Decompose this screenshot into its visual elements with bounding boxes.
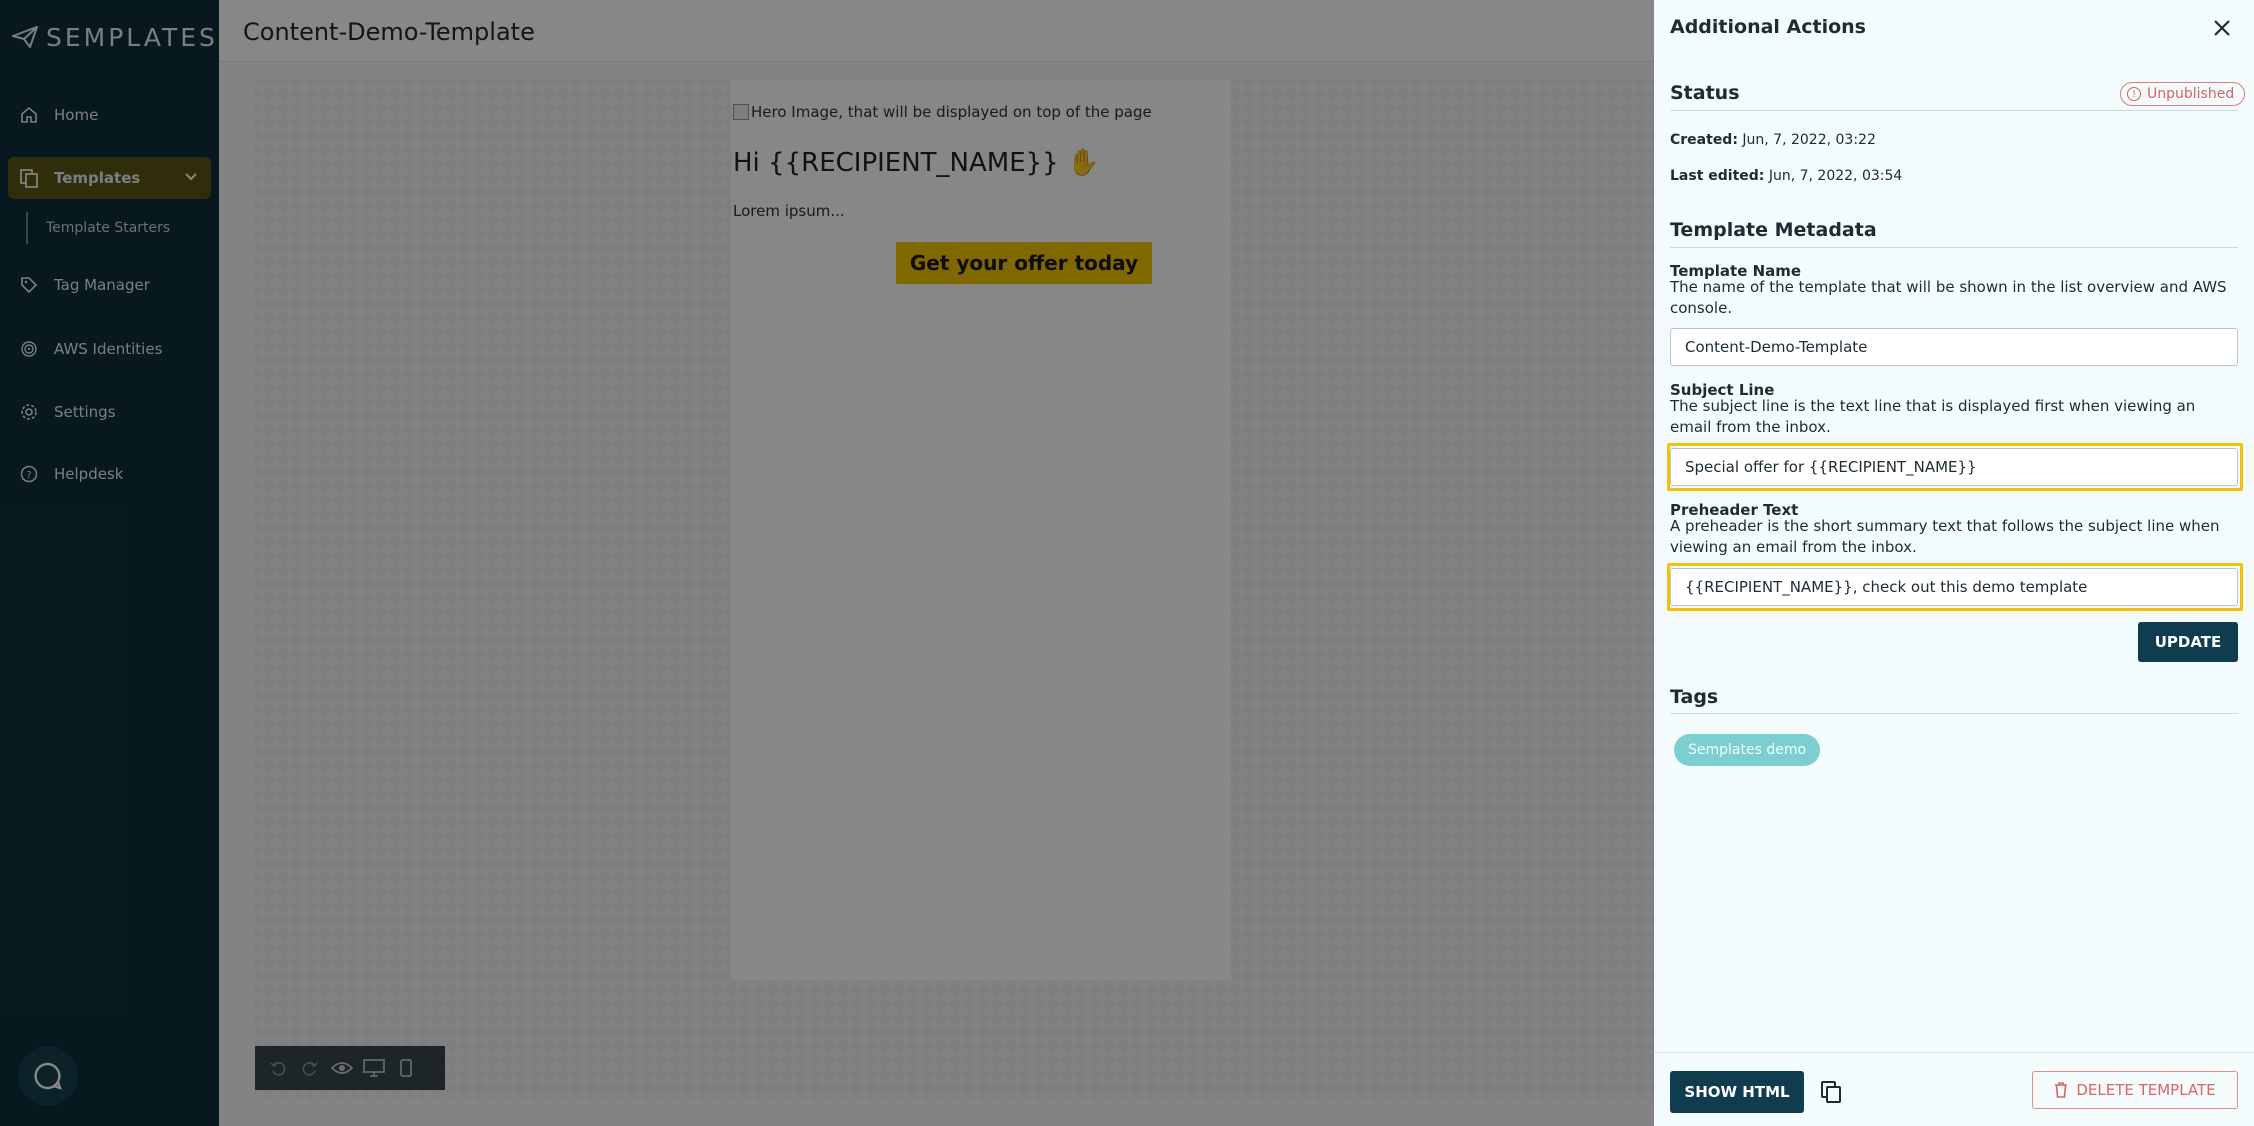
divider [1670,247,2238,248]
preheader-help: A preheader is the short summary text th… [1670,517,2220,556]
tags-heading: Tags [1670,686,1719,708]
trash-icon [2055,1082,2068,1098]
status-heading: Status [1670,82,1740,104]
divider [1670,713,2238,714]
update-button[interactable]: UPDATE [2138,622,2238,662]
additional-actions-drawer: Additional Actions Status ! Unpublished … [1654,0,2254,1126]
template-name-help: The name of the template that will be sh… [1670,278,2227,317]
template-name-input[interactable] [1670,328,2238,366]
tag-chip[interactable]: Semplates demo [1674,734,1821,766]
edited-label: Last edited: [1670,168,1765,184]
show-html-button[interactable]: SHOW HTML [1670,1071,1804,1113]
modal-overlay[interactable] [0,0,1654,1126]
created-value: Jun, 7, 2022, 03:22 [1742,132,1876,148]
close-icon [2214,20,2230,36]
status-badge: ! Unpublished [2120,82,2246,106]
status-badge-label: Unpublished [2147,86,2235,102]
preheader-input[interactable] [1670,568,2238,606]
created-date: Created: Jun, 7, 2022, 03:22 [1670,132,1876,148]
drawer-title: Additional Actions [1670,16,1866,38]
edited-value: Jun, 7, 2022, 03:54 [1768,168,1903,184]
info-icon: ! [2127,87,2141,101]
delete-template-button[interactable]: DELETE TEMPLATE [2032,1071,2238,1109]
drawer-footer: SHOW HTML DELETE TEMPLATE [1654,1052,2254,1126]
subject-line-help: The subject line is the text line that i… [1670,397,2196,436]
delete-template-label: DELETE TEMPLATE [2076,1081,2216,1099]
created-label: Created: [1670,132,1738,148]
copy-icon[interactable] [1816,1077,1846,1107]
template-metadata-heading: Template Metadata [1670,219,1877,241]
divider [1670,110,2238,111]
last-edited-date: Last edited: Jun, 7, 2022, 03:54 [1670,168,1902,184]
subject-line-input[interactable] [1670,448,2238,486]
close-button[interactable] [2210,16,2234,40]
